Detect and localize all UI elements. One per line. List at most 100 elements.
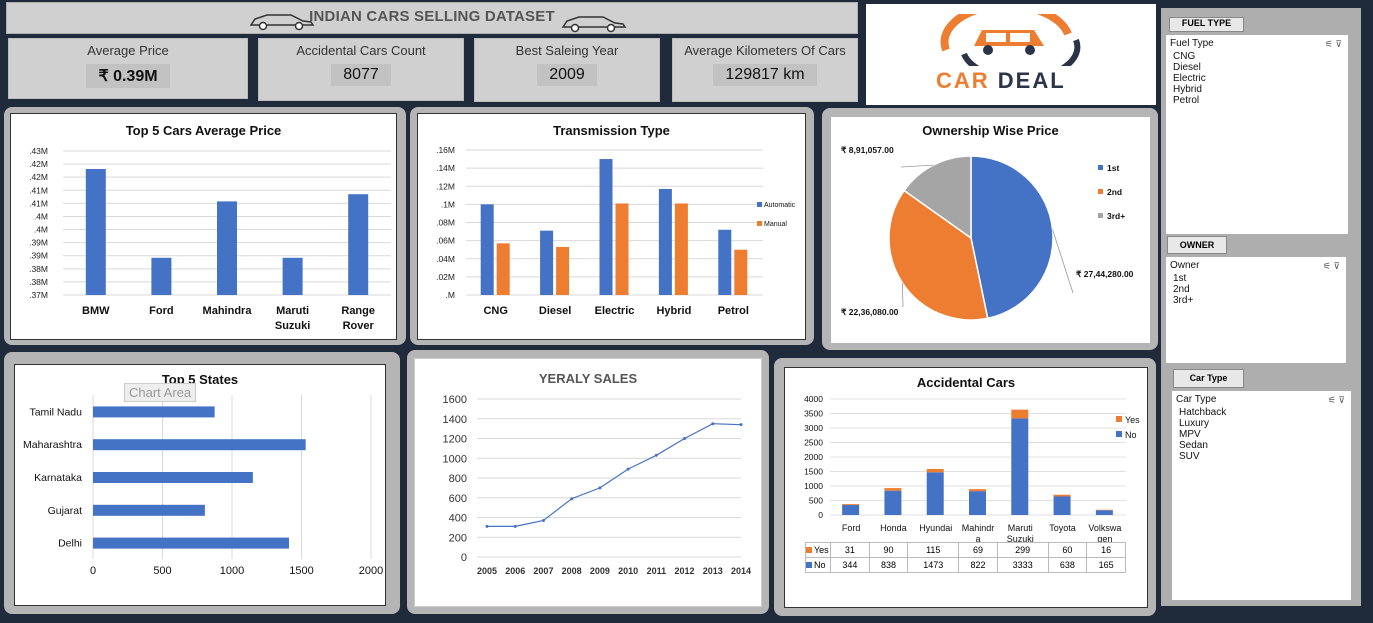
bar-no	[1053, 496, 1071, 515]
x-tick-label: Volkswa	[1088, 523, 1121, 533]
data-point	[683, 437, 687, 440]
y-tick-label: 1000	[804, 481, 823, 491]
y-tick-label: .12M	[436, 181, 455, 191]
table-row-header: No	[805, 557, 831, 573]
table-cell: 31	[830, 542, 870, 558]
car-type-button[interactable]: Car Type	[1173, 369, 1244, 388]
y-tick-label: .39M	[29, 251, 48, 261]
bar-no	[842, 505, 860, 515]
bar	[93, 406, 215, 418]
y-tick-label: .M	[446, 290, 455, 300]
y-tick-label: .04M	[436, 254, 455, 264]
slicer-item[interactable]: SUV	[1179, 451, 1347, 462]
chart-top-states[interactable]: Top 5 States 0 500 1000 1500 2000 Tamil Nadu M…	[14, 364, 386, 606]
chart-area-tooltip: Chart Area	[124, 383, 197, 402]
slicer-item[interactable]: Hybrid	[1173, 84, 1344, 95]
slicer-item[interactable]: 1st	[1173, 273, 1342, 284]
slicer-item[interactable]: MPV	[1179, 429, 1347, 440]
chart-transmission-type[interactable]: Transmission Type .M .02M .04M .06M .08M .1M.…	[417, 113, 806, 340]
y-tick-label: 2500	[804, 438, 823, 448]
owner-button[interactable]: OWNER	[1167, 236, 1227, 254]
chart-svg: .37M .38M .38M .39M .39M .4M .4M .41M .41M .42M .4…	[29, 146, 391, 332]
x-tick-label: Diesel	[539, 305, 571, 317]
bar-automatic	[658, 188, 672, 295]
fuel-type-slicer: Fuel Type ⚟ ⊽ CNG Diesel Electric Hybrid Pet…	[1166, 35, 1348, 234]
legend-label: 2nd	[1107, 187, 1122, 197]
x-tick-label: 2007	[533, 566, 553, 576]
slicer-item[interactable]: Hatchback	[1179, 407, 1347, 418]
chart-top-cars-avg-price[interactable]: Top 5 Cars Average Price .37M .38M .38M .39…	[10, 113, 397, 340]
slicer-item[interactable]: Electric	[1173, 73, 1344, 84]
x-tick-label: CNG	[483, 305, 507, 317]
x-tick-label: Maruti	[276, 305, 309, 317]
slicer-item[interactable]: 3rd+	[1173, 295, 1342, 306]
bar	[93, 472, 253, 483]
chart-yearly-sales[interactable]: YERALY SALES 0 200 400 600 800 1000 1200 1400 16…	[414, 358, 762, 607]
y-tick-label: 0	[461, 552, 467, 564]
slicer-item[interactable]: Diesel	[1173, 62, 1344, 73]
y-tick-label: 1400	[443, 414, 467, 426]
filter-icon[interactable]: ⚟ ⊽	[1328, 395, 1345, 406]
table-cell: 90	[868, 542, 909, 558]
bar-manual	[496, 243, 510, 295]
y-tick-label: Delhi	[58, 538, 82, 550]
data-point	[570, 497, 574, 501]
bar-manual	[556, 246, 570, 295]
data-point	[654, 453, 658, 457]
series-line	[487, 423, 742, 527]
x-tick-label: Electric	[595, 305, 635, 317]
table-cell: 3333	[996, 557, 1049, 573]
y-tick-label: 500	[809, 496, 823, 506]
legend-label: Automatic	[764, 202, 796, 209]
filter-icon[interactable]: ⚟ ⊽	[1323, 261, 1340, 272]
chart-svg: .M .02M .04M .06M .08M .1M .12M .14M .16M CNG Dies…	[436, 145, 796, 317]
y-tick-label: .39M	[29, 238, 48, 248]
data-label: ₹ 22,36,080.00	[841, 307, 899, 317]
leader-line	[900, 164, 934, 168]
x-tick-label: 2012	[675, 566, 695, 576]
table-cell: 60	[1047, 542, 1088, 558]
y-tick-label: .37M	[29, 290, 48, 300]
kpi-value: ₹ 0.39M	[86, 64, 170, 88]
data-point	[598, 486, 602, 490]
fuel-type-button[interactable]: FUEL TYPE	[1169, 17, 1244, 32]
x-tick-label: 0	[90, 565, 96, 577]
y-tick-label: 1600	[443, 394, 467, 406]
x-tick-label: 2009	[590, 566, 610, 576]
bar	[93, 537, 289, 549]
kpi-value: 2009	[537, 64, 597, 86]
slicer-header: Car Type	[1176, 394, 1217, 405]
car-type-slicer: Car Type ⚟ ⊽ Hatchback Luxury MPV Sedan SUV	[1172, 391, 1351, 600]
y-tick-label: 1000	[443, 453, 467, 465]
y-tick-label: .38M	[29, 264, 48, 274]
slicer-item[interactable]: CNG	[1173, 51, 1344, 62]
bar-yes	[926, 468, 944, 473]
logo-word-deal: DEAL	[997, 68, 1066, 93]
chart-ownership-price[interactable]: Ownership Wise Price ₹ 27,44,280.00 1st ₹ …	[831, 117, 1150, 343]
slicer-item[interactable]: Petrol	[1173, 95, 1344, 106]
bar-automatic	[540, 230, 554, 295]
kpi-label: Average Kilometers Of Cars	[684, 43, 846, 58]
x-tick-label: 2005	[477, 566, 497, 576]
y-tick-label: 2000	[804, 452, 823, 462]
chart-accidental-cars[interactable]: Accidental Cars 0 500 1000 1500 2000 2500 3000…	[784, 367, 1148, 608]
slicer-items: 1st 2nd 3rd+	[1173, 273, 1342, 306]
filter-icon[interactable]: ⚟ ⊽	[1325, 39, 1342, 50]
slicer-item[interactable]: 2nd	[1173, 284, 1342, 295]
slicer-item[interactable]: Luxury	[1179, 418, 1347, 429]
car-icon-right	[561, 16, 627, 33]
data-point	[541, 518, 545, 522]
bar-no	[1011, 418, 1029, 515]
y-tick-label: .38M	[29, 277, 48, 287]
car-deal-logo: CAR DEAL	[866, 4, 1156, 105]
y-tick-label: .4M	[34, 211, 48, 221]
dashboard-title-bar: INDIAN CARS SELLING DATASET	[6, 2, 858, 34]
kpi-label: Average Price	[87, 43, 169, 58]
table-cell: 838	[868, 557, 909, 573]
x-tick-label: 2000	[359, 565, 383, 577]
kpi-value: 8077	[331, 64, 391, 86]
kpi-average-price: Average Price ₹ 0.39M	[8, 38, 248, 99]
table-cell: 16	[1086, 542, 1126, 558]
x-tick-label: Toyota	[1049, 523, 1076, 533]
slicer-item[interactable]: Sedan	[1179, 440, 1347, 451]
